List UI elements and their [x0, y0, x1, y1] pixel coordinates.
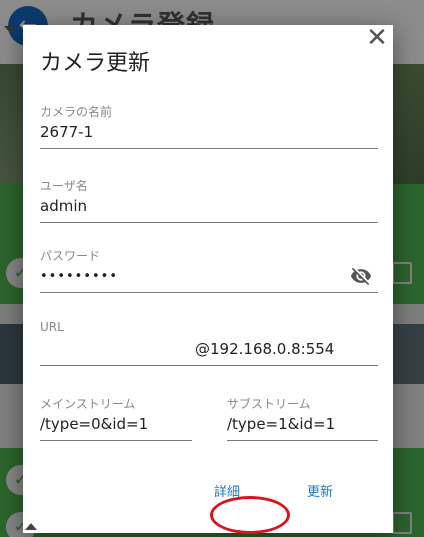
field-label: ユーザ名 [40, 179, 88, 193]
field-label: メインストリーム [40, 397, 136, 411]
sub-stream-field[interactable]: サブストリーム /type=1&id=1 [227, 395, 378, 445]
camera-name-field[interactable]: カメラの名前 2677-1 [40, 103, 378, 153]
update-button[interactable]: 更新 [305, 481, 335, 500]
camera-update-dialog: ✕ カメラ更新 カメラの名前 2677-1 ユーザ名 admin パスワード •… [23, 25, 393, 533]
input-underline [40, 292, 378, 293]
url-field[interactable]: URL @192.168.0.8:554 [40, 320, 378, 370]
input-underline [40, 365, 378, 366]
username-field[interactable]: ユーザ名 admin [40, 177, 378, 227]
field-label: URL [40, 320, 64, 334]
input-underline [40, 222, 378, 223]
visibility-off-icon[interactable] [350, 265, 372, 287]
field-label: カメラの名前 [40, 105, 113, 119]
sub-stream-input[interactable]: /type=1&id=1 [227, 415, 335, 433]
password-field[interactable]: パスワード ••••••••• [40, 247, 378, 297]
password-input[interactable]: ••••••••• [40, 269, 118, 284]
main-stream-input[interactable]: /type=0&id=1 [40, 415, 148, 433]
input-underline [40, 148, 378, 149]
field-label: サブストリーム [227, 397, 311, 411]
dialog-title: カメラ更新 [40, 51, 151, 76]
scroll-down-icon[interactable] [25, 523, 37, 530]
username-input[interactable]: admin [40, 197, 87, 215]
input-underline [227, 440, 378, 441]
field-label: パスワード [40, 249, 101, 263]
camera-name-input[interactable]: 2677-1 [40, 123, 93, 141]
scroll-up-icon[interactable] [4, 26, 16, 33]
detail-button[interactable]: 詳細 [212, 481, 242, 500]
input-underline [40, 440, 192, 441]
close-icon[interactable]: ✕ [363, 25, 391, 53]
main-stream-field[interactable]: メインストリーム /type=0&id=1 [40, 395, 192, 445]
url-input[interactable]: @192.168.0.8:554 [195, 340, 334, 358]
